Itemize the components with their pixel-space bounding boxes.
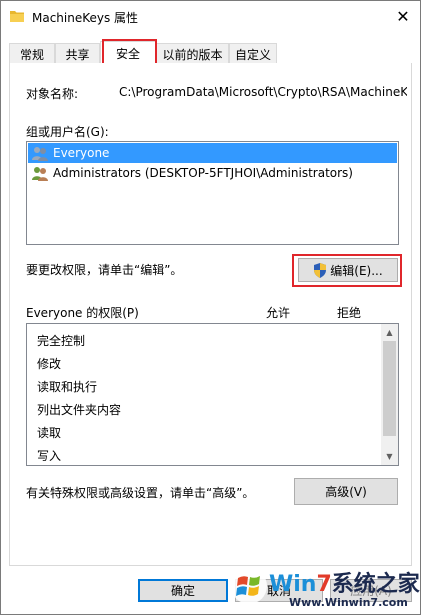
scroll-down-icon[interactable]: ▼ <box>381 448 398 465</box>
allow-header: 允许 <box>266 306 291 320</box>
properties-window: MachineKeys 属性 ✕ 常规 共享 安全 以前的版本 自定义 对象名称… <box>0 0 421 615</box>
close-button[interactable]: ✕ <box>386 1 420 31</box>
security-panel: 对象名称: C:\ProgramData\Microsoft\Crypto\RS… <box>9 63 412 566</box>
permission-row: 完全控制 <box>37 334 86 348</box>
shield-icon <box>314 262 327 278</box>
tab-customize[interactable]: 自定义 <box>229 43 277 64</box>
advanced-button[interactable]: 高级(V) <box>294 478 398 505</box>
tab-sharing[interactable]: 共享 <box>55 43 100 64</box>
groups-list[interactable]: Everyone Administrators (DESKTOP-5FTJHOI… <box>26 141 399 245</box>
scroll-up-icon[interactable]: ▲ <box>381 324 398 341</box>
list-item[interactable]: Administrators (DESKTOP-5FTJHOI\Administ… <box>28 163 397 183</box>
edit-button[interactable]: 编辑(E)... <box>298 258 398 282</box>
object-name-value: C:\ProgramData\Microsoft\Crypto\RSA\Mach… <box>119 85 407 99</box>
window-title: MachineKeys 属性 <box>32 11 139 25</box>
group-name: Everyone <box>53 146 110 160</box>
tab-general[interactable]: 常规 <box>9 43 55 64</box>
object-name-label: 对象名称: <box>26 87 79 101</box>
permissions-scrollbar[interactable]: ▲ ▼ <box>381 324 398 465</box>
permission-row: 读取和执行 <box>37 380 98 394</box>
deny-header: 拒绝 <box>337 306 362 320</box>
watermark: Win7系统之家 Www.Winwin7.com <box>227 562 420 614</box>
advanced-hint: 有关特殊权限或高级设置，请单击“高级”。 <box>26 486 255 500</box>
permission-row: 读取 <box>37 426 62 440</box>
permissions-list[interactable]: 完全控制 修改 读取和执行 列出文件夹内容 读取 写入 ▲ ▼ <box>26 323 399 466</box>
group-name: Administrators (DESKTOP-5FTJHOI\Administ… <box>53 166 353 180</box>
scroll-thumb[interactable] <box>383 341 396 436</box>
title-bar: MachineKeys 属性 ✕ <box>1 1 420 33</box>
ok-button[interactable]: 确定 <box>138 579 228 602</box>
close-icon: ✕ <box>396 6 410 26</box>
user-group-icon <box>32 167 48 181</box>
permission-row: 写入 <box>37 449 62 463</box>
folder-icon <box>10 11 24 22</box>
groups-label: 组或用户名(G): <box>26 125 109 139</box>
change-hint: 要更改权限，请单击“编辑”。 <box>26 263 183 277</box>
tab-security[interactable]: 安全 <box>100 41 156 65</box>
permissions-label: Everyone 的权限(P) <box>26 306 139 320</box>
list-item[interactable]: Everyone <box>28 143 397 163</box>
windows-logo-icon <box>231 568 267 604</box>
user-group-icon <box>32 147 48 161</box>
permission-row: 列出文件夹内容 <box>37 403 122 417</box>
permission-row: 修改 <box>37 357 62 371</box>
tab-bar: 常规 共享 安全 以前的版本 自定义 <box>9 41 412 65</box>
watermark-url: Www.Winwin7.com <box>289 596 408 609</box>
watermark-logo: Win7系统之家 <box>269 572 420 597</box>
tab-previous-versions[interactable]: 以前的版本 <box>156 43 229 64</box>
